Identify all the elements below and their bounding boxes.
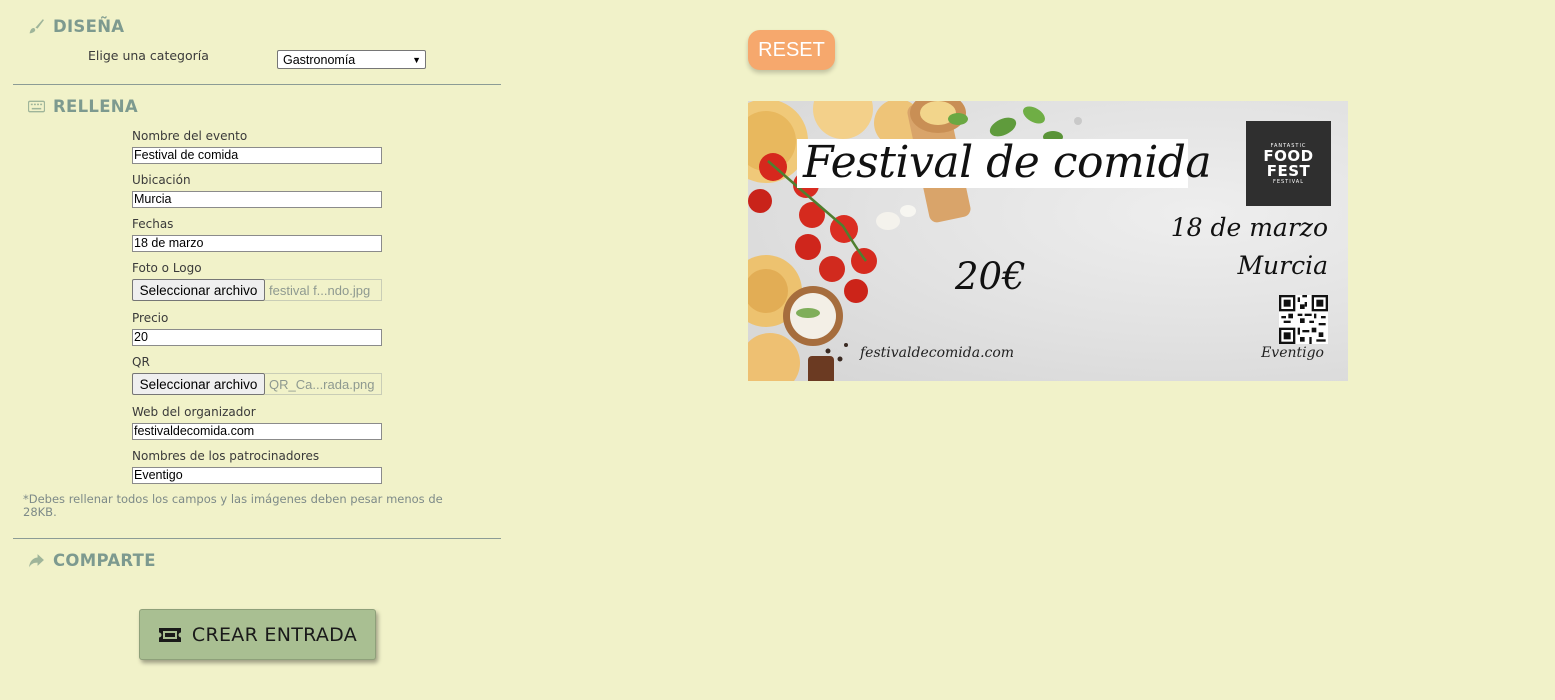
design-section-heading: DISEÑA [28, 17, 124, 36]
website-input[interactable]: festivaldecomida.com [132, 423, 382, 440]
chevron-down-icon: ▼ [412, 54, 421, 65]
logo-bottom-text: FESTIVAL [1272, 178, 1305, 185]
ticket-price: 20€ [955, 255, 1026, 298]
category-select[interactable]: Gastronomía ▼ [277, 50, 426, 69]
create-ticket-label: CREAR ENTRADA [191, 623, 358, 646]
photo-filename: festival f...ndo.jpg [265, 279, 382, 301]
website-label: Web del organizador [132, 405, 256, 419]
ticket-logo: FANTASTIC FOOD FEST FESTIVAL [1246, 121, 1331, 206]
price-input[interactable]: 20 [132, 329, 382, 346]
event-name-input[interactable]: Festival de comida [132, 147, 382, 164]
ticket-title: Festival de comida [803, 137, 1212, 188]
qr-filename: QR_Ca...rada.png [265, 373, 382, 395]
dates-label: Fechas [132, 217, 174, 231]
qr-file-input[interactable]: Seleccionar archivo QR_Ca...rada.png [132, 373, 382, 395]
section-divider [13, 538, 501, 539]
sponsors-label: Nombres de los patrocinadores [132, 449, 320, 463]
ticket-sponsor: Eventigo [1261, 345, 1324, 361]
ticket-website: festivaldecomida.com [860, 345, 1015, 361]
ticket-qr-code [1279, 295, 1328, 344]
form-panel: DISEÑA Elige una categoría Gastronomía ▼… [0, 0, 515, 700]
share-section-heading: COMPARTE [28, 551, 156, 570]
ticket-preview: Festival de comida FANTASTIC FOOD FEST F… [748, 101, 1348, 381]
fill-section-heading: RELLENA [28, 97, 138, 116]
category-select-value: Gastronomía [283, 52, 356, 67]
share-arrow-icon [29, 554, 44, 568]
qr-label: QR [132, 355, 150, 369]
photo-file-input[interactable]: Seleccionar archivo festival f...ndo.jpg [132, 279, 382, 301]
dates-input[interactable]: 18 de marzo [132, 235, 382, 252]
create-ticket-button[interactable]: CREAR ENTRADA [139, 609, 376, 660]
ticket-date: 18 de marzo [1170, 213, 1328, 242]
category-label: Elige una categoría [88, 48, 209, 63]
ticket-icon [158, 627, 181, 642]
qr-select-file-button[interactable]: Seleccionar archivo [132, 373, 265, 395]
form-requirements-note: *Debes rellenar todos los campos y las i… [23, 492, 443, 519]
ticket-location: Murcia [1237, 251, 1328, 280]
paint-brush-icon [29, 19, 44, 34]
sponsors-input[interactable]: Eventigo [132, 467, 382, 484]
price-label: Precio [132, 311, 169, 325]
keyboard-icon [28, 100, 45, 113]
event-name-label: Nombre del evento [132, 129, 248, 143]
photo-label: Foto o Logo [132, 261, 202, 275]
location-label: Ubicación [132, 173, 191, 187]
reset-button[interactable]: RESET [748, 30, 835, 70]
section-divider [13, 84, 501, 85]
logo-main-text-2: FEST [1266, 161, 1311, 180]
location-input[interactable]: Murcia [132, 191, 382, 208]
photo-select-file-button[interactable]: Seleccionar archivo [132, 279, 265, 301]
